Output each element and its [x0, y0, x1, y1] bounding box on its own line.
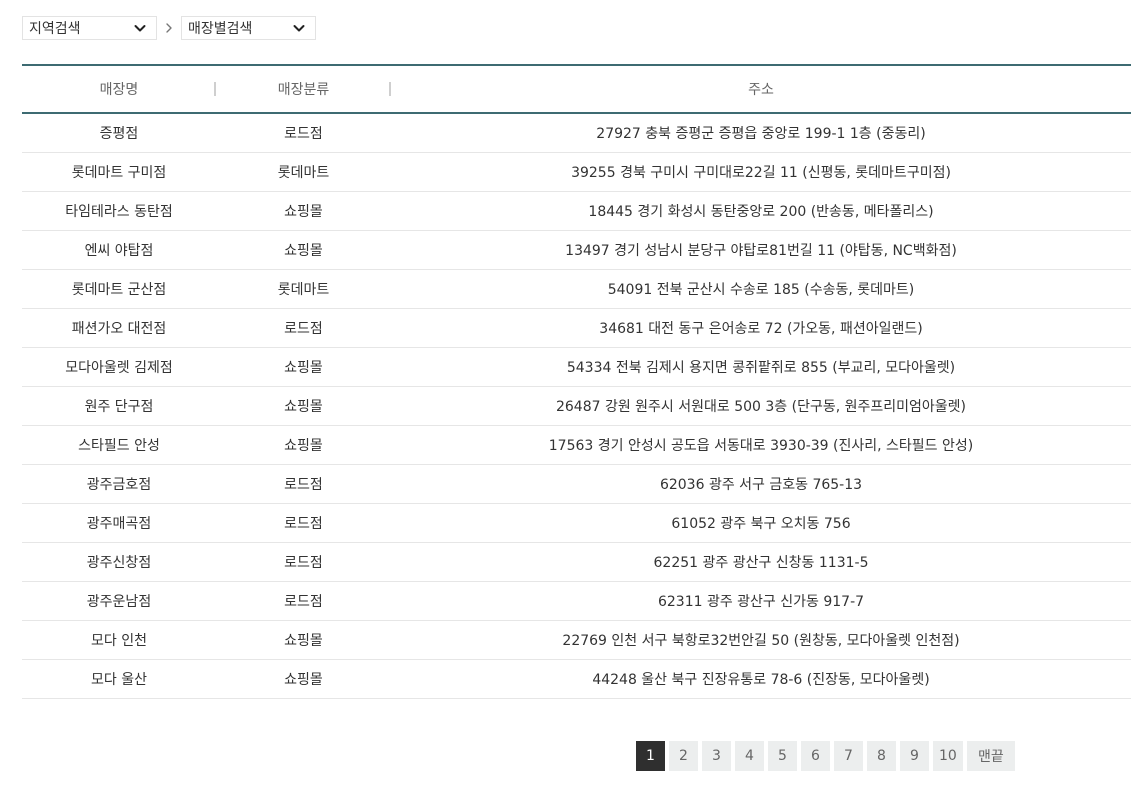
store-type-cell: 로드점	[216, 113, 391, 153]
page-button-7[interactable]: 7	[834, 741, 863, 771]
page-button-3[interactable]: 3	[702, 741, 731, 771]
table-row[interactable]: 모다아울렛 김제점 쇼핑몰 54334 전북 김제시 용지면 콩쥐팥쥐로 855…	[22, 347, 1131, 387]
table-row[interactable]: 광주금호점 로드점 62036 광주 서구 금호동 765-13	[22, 464, 1131, 504]
chevron-right-icon	[166, 23, 172, 33]
table-row[interactable]: 롯데마트 구미점 롯데마트 39255 경북 구미시 구미대로22길 11 (신…	[22, 152, 1131, 192]
store-name-cell: 증평점	[22, 113, 216, 153]
store-address-cell: 62036 광주 서구 금호동 765-13	[391, 464, 1131, 504]
store-type-cell: 로드점	[216, 503, 391, 543]
table-row[interactable]: 모다 울산 쇼핑몰 44248 울산 북구 진장유통로 78-6 (진장동, 모…	[22, 659, 1131, 699]
last-page-button[interactable]: 맨끝	[966, 741, 1015, 771]
store-name-cell: 모다 울산	[22, 659, 216, 699]
header-address-label: 주소	[748, 82, 774, 98]
page-button-4[interactable]: 4	[735, 741, 764, 771]
page-button-1[interactable]: 1	[636, 741, 665, 771]
store-address-cell: 13497 경기 성남시 분당구 야탑로81번길 11 (야탑동, NC백화점)	[391, 230, 1131, 270]
store-name-cell: 패션가오 대전점	[22, 308, 216, 348]
store-address-cell: 18445 경기 화성시 동탄중앙로 200 (반송동, 메타폴리스)	[391, 191, 1131, 231]
header-store-type: 매장분류	[216, 64, 391, 114]
store-name-cell: 엔씨 야탑점	[22, 230, 216, 270]
store-type-cell: 로드점	[216, 308, 391, 348]
header-store-type-label: 매장분류	[277, 82, 330, 98]
table-row[interactable]: 스타필드 안성 쇼핑몰 17563 경기 안성시 공도읍 서동대로 3930-3…	[22, 425, 1131, 465]
store-address-cell: 34681 대전 동구 은어송로 72 (가오동, 패션아일랜드)	[391, 308, 1131, 348]
store-address-cell: 62311 광주 광산구 신가동 917-7	[391, 581, 1131, 621]
table-row[interactable]: 증평점 로드점 27927 충북 증평군 증평읍 중앙로 199-1 1층 (중…	[22, 113, 1131, 153]
store-type-cell: 롯데마트	[216, 152, 391, 192]
header-address: 주소	[391, 64, 1131, 114]
store-table: 매장명 매장분류 주소 증평점 로드점 27927 충북 증평군 증평읍 중앙로…	[22, 64, 1131, 699]
table-row[interactable]: 롯데마트 군산점 롯데마트 54091 전북 군산시 수송로 185 (수송동,…	[22, 269, 1131, 309]
table-row[interactable]: 모다 인천 쇼핑몰 22769 인천 서구 북항로32번안길 50 (원창동, …	[22, 620, 1131, 660]
chevron-down-icon	[293, 25, 305, 32]
store-address-cell: 22769 인천 서구 북항로32번안길 50 (원창동, 모다아울렛 인천점)	[391, 620, 1131, 660]
pagination: 1 2 3 4 5 6 7 8 9 10 맨끝	[636, 741, 1015, 771]
store-type-cell: 로드점	[216, 542, 391, 582]
store-address-cell: 26487 강원 원주시 서원대로 500 3층 (단구동, 원주프리미엄아울렛…	[391, 386, 1131, 426]
page-button-6[interactable]: 6	[801, 741, 830, 771]
store-type-cell: 쇼핑몰	[216, 425, 391, 465]
table-row[interactable]: 원주 단구점 쇼핑몰 26487 강원 원주시 서원대로 500 3층 (단구동…	[22, 386, 1131, 426]
store-type-cell: 로드점	[216, 581, 391, 621]
store-type-cell: 쇼핑몰	[216, 620, 391, 660]
table-row[interactable]: 광주운남점 로드점 62311 광주 광산구 신가동 917-7	[22, 581, 1131, 621]
store-name-cell: 광주신창점	[22, 542, 216, 582]
store-address-cell: 61052 광주 북구 오치동 756	[391, 503, 1131, 543]
page-button-8[interactable]: 8	[867, 741, 896, 771]
table-row[interactable]: 엔씨 야탑점 쇼핑몰 13497 경기 성남시 분당구 야탑로81번길 11 (…	[22, 230, 1131, 270]
store-name-cell: 광주금호점	[22, 464, 216, 504]
store-name-cell: 광주매곡점	[22, 503, 216, 543]
store-type-cell: 쇼핑몰	[216, 230, 391, 270]
header-store-name-label: 매장명	[99, 82, 139, 98]
header-store-name: 매장명	[22, 64, 216, 114]
store-type-cell: 로드점	[216, 464, 391, 504]
page-button-5[interactable]: 5	[768, 741, 797, 771]
store-address-cell: 44248 울산 북구 진장유통로 78-6 (진장동, 모다아울렛)	[391, 659, 1131, 699]
store-type-cell: 쇼핑몰	[216, 191, 391, 231]
store-type-cell: 롯데마트	[216, 269, 391, 309]
store-name-cell: 롯데마트 구미점	[22, 152, 216, 192]
table-header-row: 매장명 매장분류 주소	[22, 64, 1131, 114]
store-address-cell: 39255 경북 구미시 구미대로22길 11 (신평동, 롯데마트구미점)	[391, 152, 1131, 192]
region-select-value: 지역검색	[29, 21, 81, 37]
store-type-cell: 쇼핑몰	[216, 347, 391, 387]
store-type-cell: 쇼핑몰	[216, 386, 391, 426]
region-select[interactable]: 지역검색	[22, 16, 157, 40]
store-address-cell: 17563 경기 안성시 공도읍 서동대로 3930-39 (진사리, 스타필드…	[391, 425, 1131, 465]
page-button-9[interactable]: 9	[900, 741, 929, 771]
store-name-cell: 모다 인천	[22, 620, 216, 660]
store-type-cell: 쇼핑몰	[216, 659, 391, 699]
store-table-wrapper: 매장명 매장분류 주소 증평점 로드점 27927 충북 증평군 증평읍 중앙로…	[22, 64, 1131, 699]
store-select-value: 매장별검색	[188, 21, 253, 37]
page-button-2[interactable]: 2	[669, 741, 698, 771]
store-name-cell: 스타필드 안성	[22, 425, 216, 465]
store-name-cell: 모다아울렛 김제점	[22, 347, 216, 387]
search-filters: 지역검색 매장별검색	[22, 15, 316, 41]
store-address-cell: 27927 충북 증평군 증평읍 중앙로 199-1 1층 (중동리)	[391, 113, 1131, 153]
store-select[interactable]: 매장별검색	[181, 16, 316, 40]
breadcrumb-separator	[157, 22, 181, 34]
table-row[interactable]: 타임테라스 동탄점 쇼핑몰 18445 경기 화성시 동탄중앙로 200 (반송…	[22, 191, 1131, 231]
table-row[interactable]: 패션가오 대전점 로드점 34681 대전 동구 은어송로 72 (가오동, 패…	[22, 308, 1131, 348]
table-row[interactable]: 광주매곡점 로드점 61052 광주 북구 오치동 756	[22, 503, 1131, 543]
store-name-cell: 광주운남점	[22, 581, 216, 621]
store-name-cell: 원주 단구점	[22, 386, 216, 426]
store-address-cell: 62251 광주 광산구 신창동 1131-5	[391, 542, 1131, 582]
store-name-cell: 타임테라스 동탄점	[22, 191, 216, 231]
page-button-10[interactable]: 10	[933, 741, 963, 771]
store-address-cell: 54091 전북 군산시 수송로 185 (수송동, 롯데마트)	[391, 269, 1131, 309]
store-name-cell: 롯데마트 군산점	[22, 269, 216, 309]
table-row[interactable]: 광주신창점 로드점 62251 광주 광산구 신창동 1131-5	[22, 542, 1131, 582]
chevron-down-icon	[134, 25, 146, 32]
store-address-cell: 54334 전북 김제시 용지면 콩쥐팥쥐로 855 (부교리, 모다아울렛)	[391, 347, 1131, 387]
